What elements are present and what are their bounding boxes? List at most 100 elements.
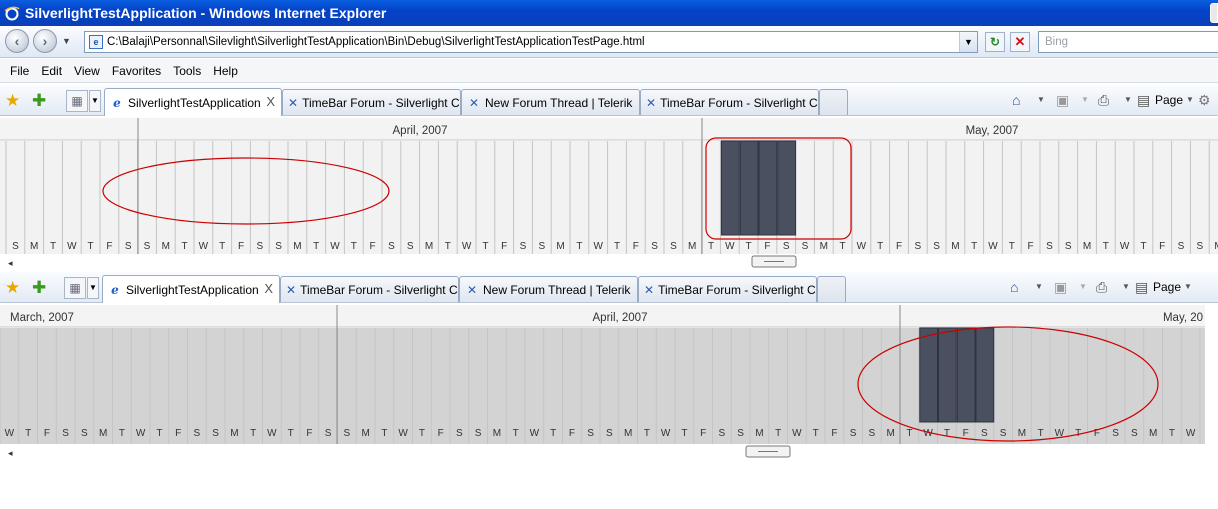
print-icon[interactable]: ⎙: [1096, 279, 1107, 296]
close-tab-icon[interactable]: X: [264, 281, 273, 296]
scrollbar-track[interactable]: [0, 445, 1205, 460]
feeds-dropdown-icon[interactable]: ▼: [1081, 95, 1089, 104]
scrollbar-track[interactable]: [0, 255, 1218, 270]
page-menu-icon[interactable]: ▤: [1135, 279, 1148, 296]
page-menu-label[interactable]: Page: [1153, 280, 1181, 294]
page-dropdown-icon[interactable]: ▼: [1184, 282, 1192, 291]
quick-tabs-icon[interactable]: ▦: [64, 277, 86, 299]
menu-tools[interactable]: Tools: [167, 64, 207, 78]
day-label: T: [88, 241, 94, 252]
day-label: W: [398, 428, 408, 439]
new-tab-button[interactable]: [817, 276, 846, 302]
tab-timebar-forum[interactable]: ✕ TimeBar Forum - Silverlight C...: [282, 89, 461, 115]
tab-list-dropdown-icon[interactable]: ▼: [87, 277, 99, 299]
search-input[interactable]: Bing: [1038, 31, 1218, 53]
forward-button[interactable]: ›: [33, 29, 57, 53]
scroll-left-arrow-icon[interactable]: ◂: [8, 258, 13, 268]
day-label: S: [212, 428, 219, 439]
add-favorite-icon[interactable]: ✚: [32, 278, 46, 298]
menu-edit[interactable]: Edit: [35, 64, 68, 78]
address-dropdown-icon[interactable]: ▼: [959, 32, 977, 52]
day-label: T: [351, 241, 357, 252]
address-bar-row: ‹ › ▼ e C:\Balaji\Personnal\Silevlight\S…: [0, 26, 1218, 58]
menu-bar: File Edit View Favorites Tools Help: [0, 59, 1218, 83]
day-label: S: [783, 241, 790, 252]
home-dropdown-icon[interactable]: ▼: [1035, 282, 1043, 291]
stop-button[interactable]: ✕: [1010, 32, 1030, 52]
page-menu-label[interactable]: Page: [1155, 93, 1183, 107]
feeds-icon[interactable]: ▣: [1056, 92, 1069, 109]
refresh-button[interactable]: ↻: [985, 32, 1005, 52]
selected-day-bar[interactable]: [758, 140, 778, 236]
selected-day-bar[interactable]: [975, 327, 995, 423]
menu-file[interactable]: File: [4, 64, 35, 78]
selected-day-bar[interactable]: [938, 327, 957, 423]
history-dropdown-icon[interactable]: ▼: [62, 36, 71, 46]
timebar-2[interactable]: WTFSSMTWTFSSMTWTFSSMTWTFSSMTWTFSSMTWTFSS…: [0, 305, 1205, 460]
day-label: W: [530, 428, 540, 439]
menu-view[interactable]: View: [68, 64, 106, 78]
day-label: M: [886, 428, 894, 439]
home-icon[interactable]: ⌂: [1010, 279, 1018, 295]
window-button[interactable]: [1210, 3, 1218, 23]
tab-new-forum-thread[interactable]: ✕ New Forum Thread | Telerik: [461, 89, 640, 115]
day-label: T: [1038, 428, 1044, 439]
day-label: T: [419, 428, 425, 439]
tab-label: New Forum Thread | Telerik: [483, 282, 631, 297]
home-icon[interactable]: ⌂: [1012, 92, 1020, 108]
day-label: S: [1046, 241, 1053, 252]
menu-help[interactable]: Help: [207, 64, 244, 78]
feeds-icon[interactable]: ▣: [1054, 279, 1067, 296]
timebar-2-canvas[interactable]: WTFSSMTWTFSSMTWTFSSMTWTFSSMTWTFSSMTWTFSS…: [0, 305, 1205, 460]
add-favorite-icon[interactable]: ✚: [32, 91, 46, 111]
ie-logo-icon: [4, 6, 20, 21]
address-field[interactable]: e C:\Balaji\Personnal\Silevlight\Silverl…: [84, 31, 978, 53]
day-label: T: [1009, 241, 1015, 252]
selected-day-bar[interactable]: [739, 140, 759, 236]
tab-silverlight-app[interactable]: e SilverlightTestApplication X: [102, 275, 280, 303]
tab-list-dropdown-icon[interactable]: ▼: [89, 90, 101, 112]
scroll-left-arrow-icon[interactable]: ◂: [8, 448, 13, 458]
day-label: S: [1112, 428, 1119, 439]
month-label: May, 20: [1163, 312, 1203, 324]
day-label: S: [325, 428, 332, 439]
day-label: T: [681, 428, 687, 439]
day-label: W: [792, 428, 802, 439]
print-dropdown-icon[interactable]: ▼: [1124, 95, 1132, 104]
day-label: F: [963, 428, 969, 439]
favorites-star-icon[interactable]: ★: [5, 278, 20, 298]
tools-gear-icon[interactable]: ⚙: [1198, 92, 1211, 109]
day-label: T: [708, 241, 714, 252]
day-label: F: [306, 428, 312, 439]
favorites-star-icon[interactable]: ★: [5, 91, 20, 111]
menu-favorites[interactable]: Favorites: [106, 64, 167, 78]
page-dropdown-icon[interactable]: ▼: [1186, 95, 1194, 104]
telerik-icon: ✕: [468, 95, 480, 110]
home-dropdown-icon[interactable]: ▼: [1037, 95, 1045, 104]
print-dropdown-icon[interactable]: ▼: [1122, 282, 1130, 291]
selected-day-bar[interactable]: [919, 327, 938, 423]
selected-day-bar[interactable]: [777, 140, 797, 236]
day-label: T: [813, 428, 819, 439]
day-label: T: [219, 241, 225, 252]
print-icon[interactable]: ⎙: [1098, 92, 1109, 109]
page-menu-icon[interactable]: ▤: [1137, 92, 1150, 109]
forward-arrow-icon: ›: [42, 33, 48, 49]
day-label: T: [775, 428, 781, 439]
quick-tabs-icon[interactable]: ▦: [66, 90, 88, 112]
tab-timebar-forum-2[interactable]: ✕ TimeBar Forum - Silverlight C...: [638, 276, 817, 302]
day-label: M: [624, 428, 632, 439]
tab-silverlight-app[interactable]: e SilverlightTestApplication X: [104, 88, 282, 116]
feeds-dropdown-icon[interactable]: ▼: [1079, 282, 1087, 291]
timebar-1-canvas[interactable]: SMTWTFSSMTWTFSSMTWTFSSMTWTFSSMTWTFSSMTWT…: [0, 118, 1218, 270]
back-button[interactable]: ‹: [5, 29, 29, 53]
tab-new-forum-thread[interactable]: ✕ New Forum Thread | Telerik: [459, 276, 638, 302]
timebar-1[interactable]: SMTWTFSSMTWTFSSMTWTFSSMTWTFSSMTWTFSSMTWT…: [0, 118, 1218, 270]
selected-day-bar[interactable]: [720, 140, 740, 236]
close-tab-icon[interactable]: X: [266, 94, 275, 109]
selected-day-bar[interactable]: [956, 327, 976, 423]
tab-timebar-forum[interactable]: ✕ TimeBar Forum - Silverlight C...: [280, 276, 459, 302]
tab-timebar-forum-2[interactable]: ✕ TimeBar Forum - Silverlight C...: [640, 89, 819, 115]
new-tab-button[interactable]: [819, 89, 848, 115]
tab-label: SilverlightTestApplication: [126, 282, 259, 297]
